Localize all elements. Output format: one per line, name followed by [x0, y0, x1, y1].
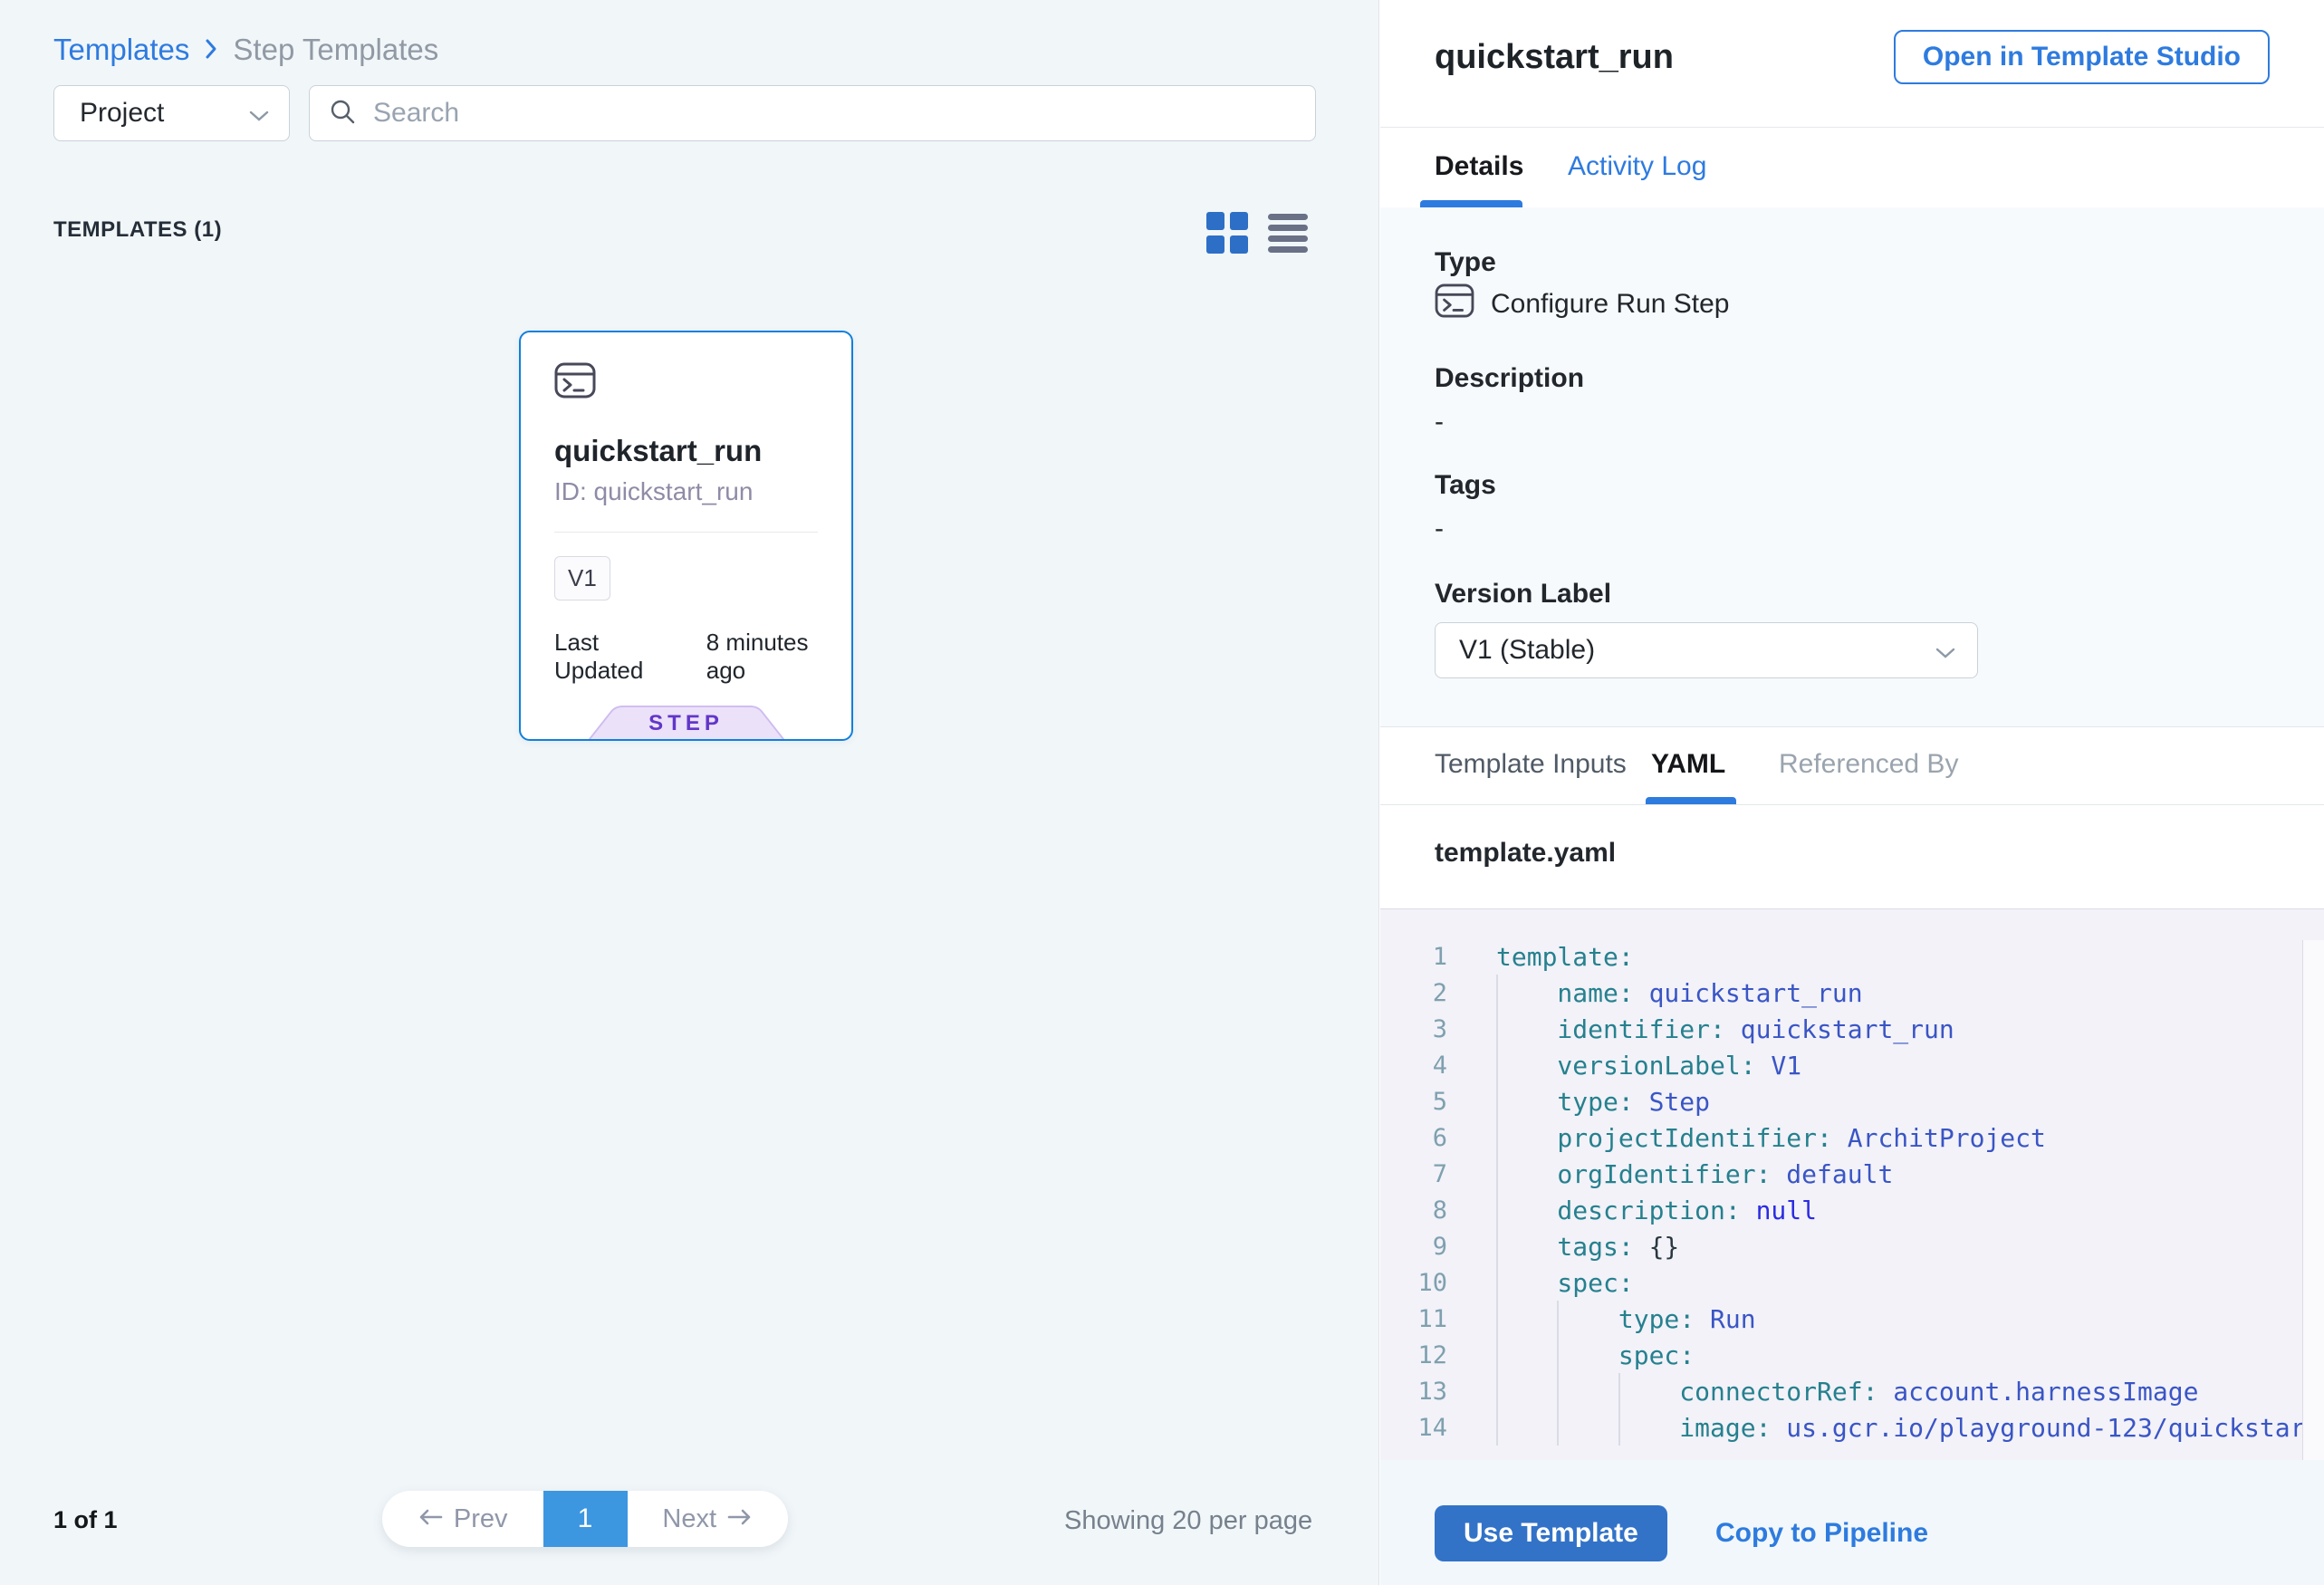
yaml-editor[interactable]: 1template:2 name: quickstart_run3 identi…: [1380, 908, 2324, 1460]
search-box: [309, 85, 1316, 141]
terminal-icon: [554, 362, 596, 403]
active-tab-underline: [1420, 200, 1522, 207]
body-tabs: Template Inputs YAML Referenced By: [1380, 726, 2324, 805]
details-section: Type Configure Run Step Description - Ta…: [1380, 207, 2324, 726]
description-value: -: [1435, 407, 1444, 437]
breadcrumb-current: Step Templates: [233, 33, 438, 67]
pagination-page-1[interactable]: 1: [543, 1491, 628, 1547]
copy-to-pipeline-link[interactable]: Copy to Pipeline: [1715, 1518, 1928, 1549]
tab-template-inputs[interactable]: Template Inputs: [1435, 749, 1627, 780]
list-view-icon[interactable]: [1268, 214, 1308, 253]
panel-tabs: Details Activity Log: [1380, 128, 2324, 207]
yaml-line: 13 connectorRef: account.harnessImage: [1380, 1373, 2324, 1409]
yaml-lines: 1template:2 name: quickstart_run3 identi…: [1380, 938, 2324, 1446]
view-toggles: [1206, 212, 1308, 254]
yaml-line: 11 type: Run: [1380, 1301, 2324, 1337]
template-card[interactable]: quickstart_run ID: quickstart_run V1 Las…: [519, 331, 853, 741]
panel-header: quickstart_run Open in Template Studio: [1380, 0, 2324, 128]
yaml-line: 12 spec:: [1380, 1337, 2324, 1373]
yaml-line: 9 tags: {}: [1380, 1228, 2324, 1264]
description-label: Description: [1435, 363, 1584, 394]
type-label: Type: [1435, 247, 1496, 278]
scope-select[interactable]: Project: [53, 85, 290, 141]
version-select-value: V1 (Stable): [1459, 635, 1595, 666]
yaml-line: 8 description: null: [1380, 1192, 2324, 1228]
yaml-scrollbar[interactable]: [2302, 940, 2324, 1460]
app-root: Templates Step Templates Project TEMPLAT…: [0, 0, 2324, 1585]
version-select[interactable]: V1 (Stable): [1435, 622, 1978, 678]
card-divider: [554, 532, 818, 533]
details-panel: quickstart_run Open in Template Studio D…: [1380, 0, 2324, 1585]
version-label: Version Label: [1435, 579, 1611, 610]
open-template-studio-button[interactable]: Open in Template Studio: [1894, 30, 2270, 84]
yaml-heading-row: template.yaml: [1380, 805, 2324, 908]
pagination-prev-button[interactable]: Prev: [382, 1491, 543, 1547]
templates-list-panel: Templates Step Templates Project TEMPLAT…: [0, 0, 1379, 1585]
tab-activity-log[interactable]: Activity Log: [1568, 151, 1706, 182]
breadcrumb-templates-link[interactable]: Templates: [53, 33, 189, 67]
card-title: quickstart_run: [554, 434, 762, 468]
yaml-line: 3 identifier: quickstart_run: [1380, 1011, 2324, 1047]
yaml-file-name: template.yaml: [1435, 838, 1616, 869]
yaml-line: 1template:: [1380, 938, 2324, 975]
card-updated-row: Last Updated 8 minutes ago: [554, 629, 851, 685]
pagination: Prev 1 Next: [382, 1491, 788, 1547]
templates-count-header: TEMPLATES (1): [53, 217, 222, 243]
last-updated-label: Last Updated: [554, 629, 692, 685]
tab-details[interactable]: Details: [1435, 151, 1523, 182]
step-banner-label: STEP: [582, 711, 791, 736]
active-tab-underline: [1646, 797, 1736, 804]
last-updated-value: 8 minutes ago: [706, 629, 851, 685]
pagination-summary: 1 of 1: [53, 1506, 118, 1534]
breadcrumb: Templates Step Templates: [53, 33, 438, 67]
pagination-next-button[interactable]: Next: [628, 1491, 789, 1547]
arrow-right-icon: [727, 1504, 753, 1534]
yaml-line: 4 versionLabel: V1: [1380, 1047, 2324, 1083]
type-value-row: Configure Run Step: [1435, 283, 1730, 325]
tags-value: -: [1435, 514, 1444, 544]
yaml-line: 2 name: quickstart_run: [1380, 975, 2324, 1011]
grid-view-icon[interactable]: [1206, 212, 1248, 254]
chevron-right-icon: [204, 33, 218, 67]
arrow-left-icon: [418, 1504, 443, 1534]
terminal-icon: [1435, 283, 1474, 325]
per-page-info: Showing 20 per page: [1064, 1506, 1312, 1536]
step-type-banner: STEP: [582, 705, 791, 741]
card-id: ID: quickstart_run: [554, 477, 753, 506]
yaml-line: 10 spec:: [1380, 1264, 2324, 1301]
chevron-down-icon: [249, 98, 269, 129]
type-value: Configure Run Step: [1491, 289, 1730, 320]
yaml-line: 7 orgIdentifier: default: [1380, 1156, 2324, 1192]
panel-title: quickstart_run: [1435, 38, 1674, 77]
search-input[interactable]: [373, 98, 1297, 129]
yaml-line: 6 projectIdentifier: ArchitProject: [1380, 1119, 2324, 1156]
chevron-down-icon: [1935, 635, 1955, 666]
scope-select-value: Project: [80, 98, 164, 129]
search-icon: [328, 97, 357, 130]
use-template-button[interactable]: Use Template: [1435, 1505, 1667, 1561]
panel-footer: Use Template Copy to Pipeline: [1380, 1460, 2324, 1585]
tab-referenced-by[interactable]: Referenced By: [1779, 749, 1958, 780]
version-badge: V1: [554, 556, 610, 600]
yaml-line: 5 type: Step: [1380, 1083, 2324, 1119]
yaml-line: 14 image: us.gcr.io/playground-123/quick…: [1380, 1409, 2324, 1446]
tags-label: Tags: [1435, 470, 1496, 501]
tab-yaml[interactable]: YAML: [1651, 749, 1725, 780]
